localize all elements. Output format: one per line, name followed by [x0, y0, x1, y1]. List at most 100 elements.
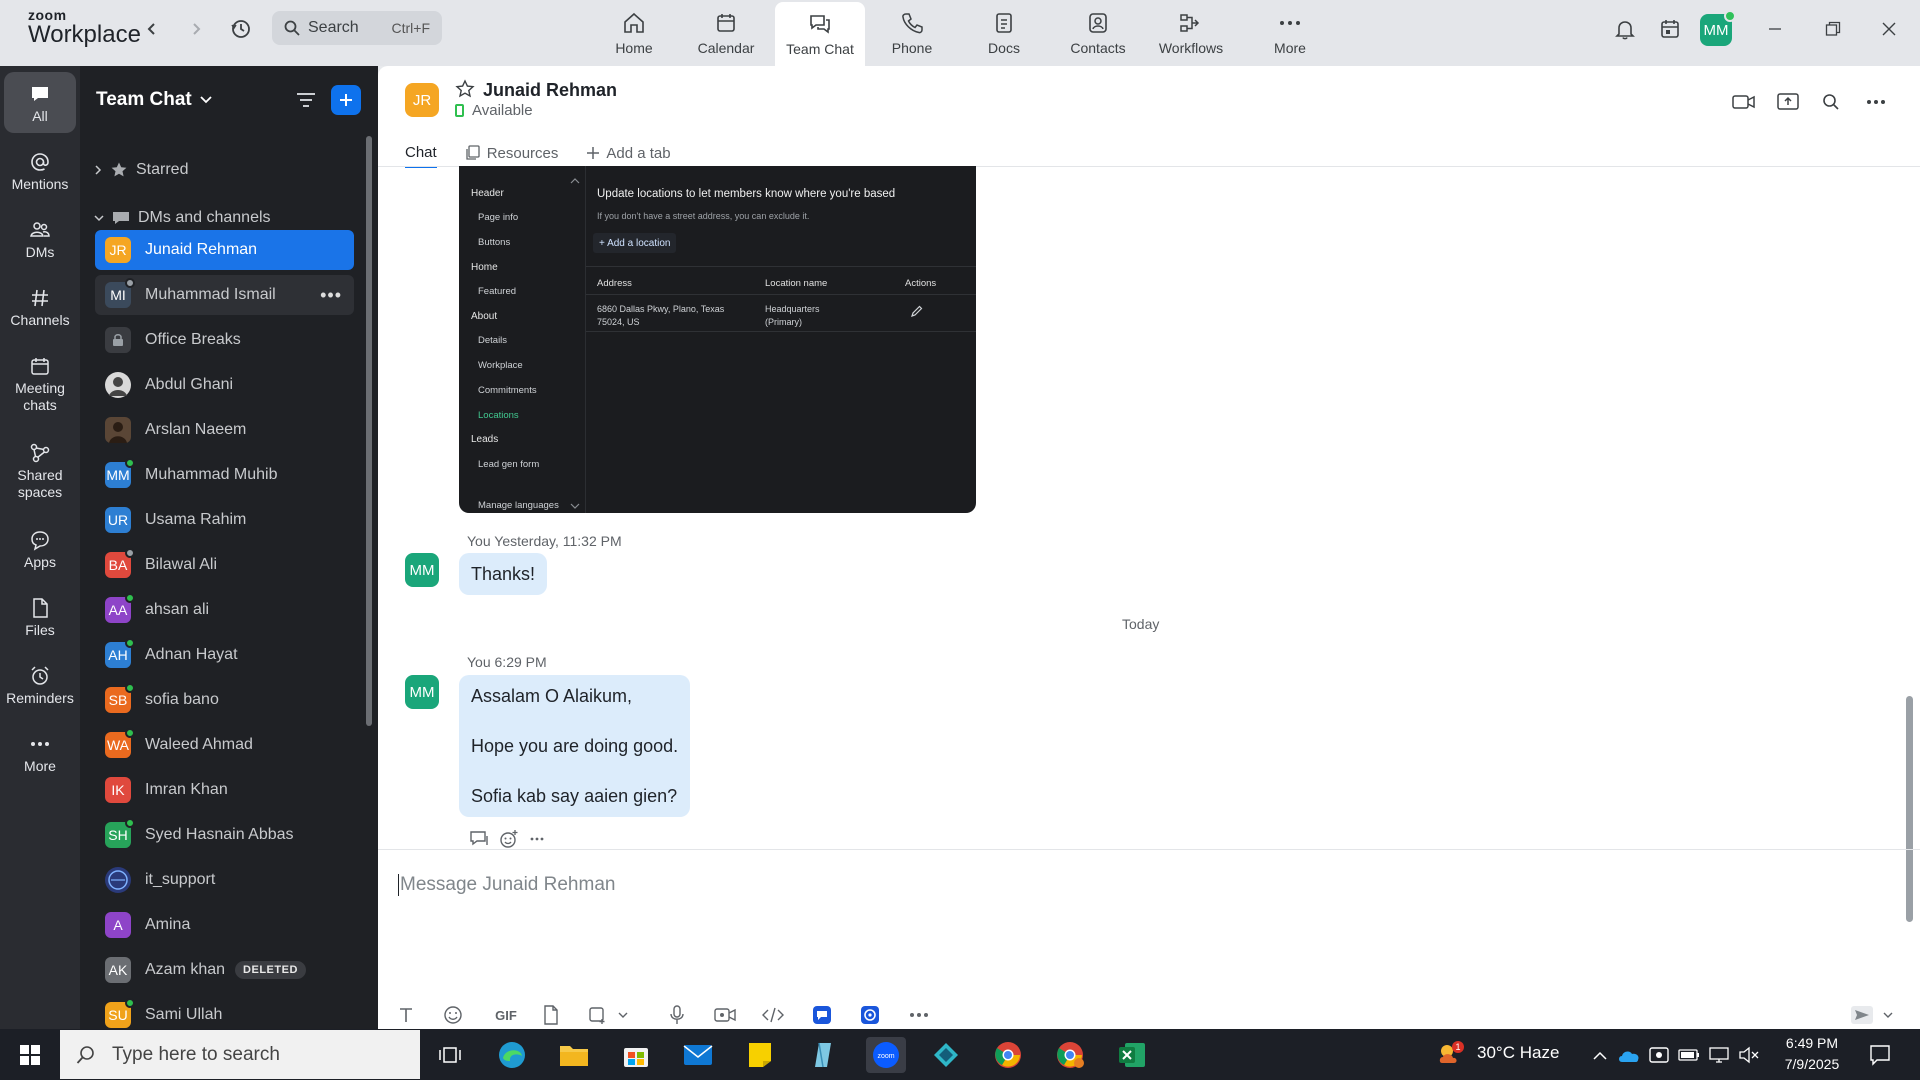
zoom-app-icon[interactable]: zoom — [866, 1037, 906, 1073]
rail-all[interactable]: All — [4, 72, 76, 133]
contact-row[interactable]: SU Sami Ullah — [95, 995, 354, 1029]
app-icon[interactable] — [928, 1037, 964, 1073]
nav-calendar[interactable]: Calendar — [681, 0, 771, 66]
nav-more[interactable]: More — [1245, 0, 1335, 66]
edge-browser-icon[interactable] — [494, 1037, 530, 1073]
network-icon[interactable] — [1706, 1037, 1732, 1073]
attach-file-icon[interactable] — [539, 1004, 563, 1026]
share-screen-icon[interactable] — [1774, 88, 1802, 116]
tab-resources[interactable]: Resources — [465, 138, 558, 168]
minimize-icon[interactable] — [1760, 14, 1790, 44]
chrome-icon[interactable] — [990, 1037, 1026, 1073]
rail-mentions[interactable]: Mentions — [0, 148, 80, 193]
rail-channels[interactable]: Channels — [0, 284, 80, 329]
contact-row[interactable]: SB sofia bano — [95, 680, 354, 720]
microphone-icon[interactable] — [665, 1004, 689, 1026]
sticky-notes-icon[interactable] — [742, 1037, 778, 1073]
message-more-icon[interactable] — [530, 828, 544, 850]
contact-row[interactable]: Arslan Naeem — [95, 410, 354, 450]
battery-icon[interactable] — [1676, 1037, 1702, 1073]
excel-icon[interactable] — [1114, 1037, 1150, 1073]
nav-contacts[interactable]: Contacts — [1053, 0, 1143, 66]
more-dots-icon[interactable] — [1862, 88, 1890, 116]
chat-scrollbar[interactable] — [1906, 696, 1913, 922]
weather-icon[interactable]: 1 — [1436, 1037, 1466, 1073]
gif-button[interactable]: GIF — [490, 1004, 522, 1026]
message-avatar[interactable]: MM — [405, 675, 439, 709]
contact-row[interactable]: BA Bilawal Ali — [95, 545, 354, 585]
message-bubble[interactable]: Thanks! — [459, 553, 548, 595]
notifications-icon[interactable] — [1862, 1037, 1898, 1073]
message-avatar[interactable]: MM — [405, 553, 439, 587]
more-options-icon[interactable]: ••• — [320, 285, 342, 306]
contact-row[interactable]: AH Adnan Hayat — [95, 635, 354, 675]
rail-more[interactable]: More — [0, 730, 80, 775]
nav-phone[interactable]: Phone — [867, 0, 957, 66]
contact-row[interactable]: WA Waleed Ahmad — [95, 725, 354, 765]
chevron-down-icon[interactable] — [616, 1004, 630, 1026]
app-shortcut-icon[interactable] — [810, 1004, 834, 1026]
volume-muted-icon[interactable] — [1736, 1037, 1762, 1073]
nav-team-chat[interactable]: Team Chat — [775, 2, 865, 66]
filter-icon[interactable] — [292, 86, 320, 114]
contact-row[interactable]: Abdul Ghani — [95, 365, 354, 405]
message-input[interactable]: Message Junaid Rehman — [398, 874, 615, 896]
rail-shared-spaces[interactable]: Shared spaces — [0, 439, 80, 501]
rail-files[interactable]: Files — [0, 594, 80, 639]
channel-row[interactable]: Office Breaks — [95, 320, 354, 360]
meet-now-icon[interactable] — [1646, 1037, 1672, 1073]
video-message-icon[interactable] — [713, 1004, 737, 1026]
close-icon[interactable] — [1874, 14, 1904, 44]
starred-section[interactable]: Starred — [94, 158, 188, 182]
bell-icon[interactable] — [1610, 14, 1640, 44]
search-box[interactable]: Search Ctrl+F — [272, 11, 442, 45]
contact-row[interactable]: it_support — [95, 860, 354, 900]
history-icon[interactable] — [226, 14, 256, 44]
contact-row[interactable]: AK Azam khan DELETED — [95, 950, 354, 990]
rail-apps[interactable]: Apps — [0, 526, 80, 571]
onedrive-icon[interactable] — [1616, 1037, 1642, 1073]
task-view-icon[interactable] — [432, 1037, 468, 1073]
user-avatar[interactable]: MM — [1700, 10, 1736, 46]
rail-dms[interactable]: DMs — [0, 216, 80, 261]
calendar-today-icon[interactable] — [1655, 14, 1685, 44]
sidebar-title[interactable]: Team Chat — [96, 89, 212, 111]
nav-workflows[interactable]: Workflows — [1146, 0, 1236, 66]
more-dots-icon[interactable] — [906, 1004, 932, 1026]
taskbar-search[interactable]: Type here to search — [60, 1030, 420, 1079]
reply-icon[interactable] — [469, 828, 489, 850]
add-reaction-icon[interactable] — [499, 828, 519, 850]
app-shortcut-icon[interactable] — [858, 1004, 882, 1026]
contact-row[interactable]: IK Imran Khan — [95, 770, 354, 810]
contact-row[interactable]: AA ahsan ali — [95, 590, 354, 630]
screenshot-icon[interactable] — [585, 1004, 609, 1026]
format-text-icon[interactable] — [394, 1004, 418, 1026]
mail-icon[interactable] — [680, 1037, 716, 1073]
send-icon[interactable] — [1848, 1004, 1876, 1026]
sidebar-scrollbar[interactable] — [366, 136, 372, 726]
shared-image[interactable]: Header Page info Buttons Home Featured A… — [459, 166, 976, 513]
tab-chat[interactable]: Chat — [405, 138, 437, 168]
forward-arrow-icon[interactable] — [181, 14, 211, 44]
microsoft-store-icon[interactable] — [618, 1037, 654, 1073]
chevron-up-icon[interactable] — [1588, 1037, 1612, 1073]
pen-app-icon[interactable] — [804, 1037, 840, 1073]
taskbar-clock[interactable]: 6:49 PM 7/9/2025 — [1774, 1033, 1850, 1075]
nav-home[interactable]: Home — [589, 0, 679, 66]
contact-avatar[interactable]: JR — [405, 83, 439, 117]
file-explorer-icon[interactable] — [556, 1037, 592, 1073]
emoji-icon[interactable] — [441, 1004, 465, 1026]
windows-start-icon[interactable] — [12, 1037, 48, 1073]
contact-row[interactable]: MI Muhammad Ismail ••• — [95, 275, 354, 315]
chrome-profile-icon[interactable] — [1052, 1037, 1088, 1073]
star-icon[interactable] — [455, 79, 475, 99]
video-call-icon[interactable] — [1730, 88, 1758, 116]
rail-meeting-chats[interactable]: Meeting chats — [0, 352, 80, 414]
new-chat-button[interactable] — [331, 85, 361, 115]
dms-section[interactable]: DMs and channels — [94, 206, 271, 230]
contact-name[interactable]: Junaid Rehman — [483, 80, 617, 101]
nav-docs[interactable]: Docs — [959, 0, 1049, 66]
rail-reminders[interactable]: Reminders — [0, 662, 80, 707]
contact-row[interactable]: SH Syed Hasnain Abbas — [95, 815, 354, 855]
contact-row[interactable]: UR Usama Rahim — [95, 500, 354, 540]
